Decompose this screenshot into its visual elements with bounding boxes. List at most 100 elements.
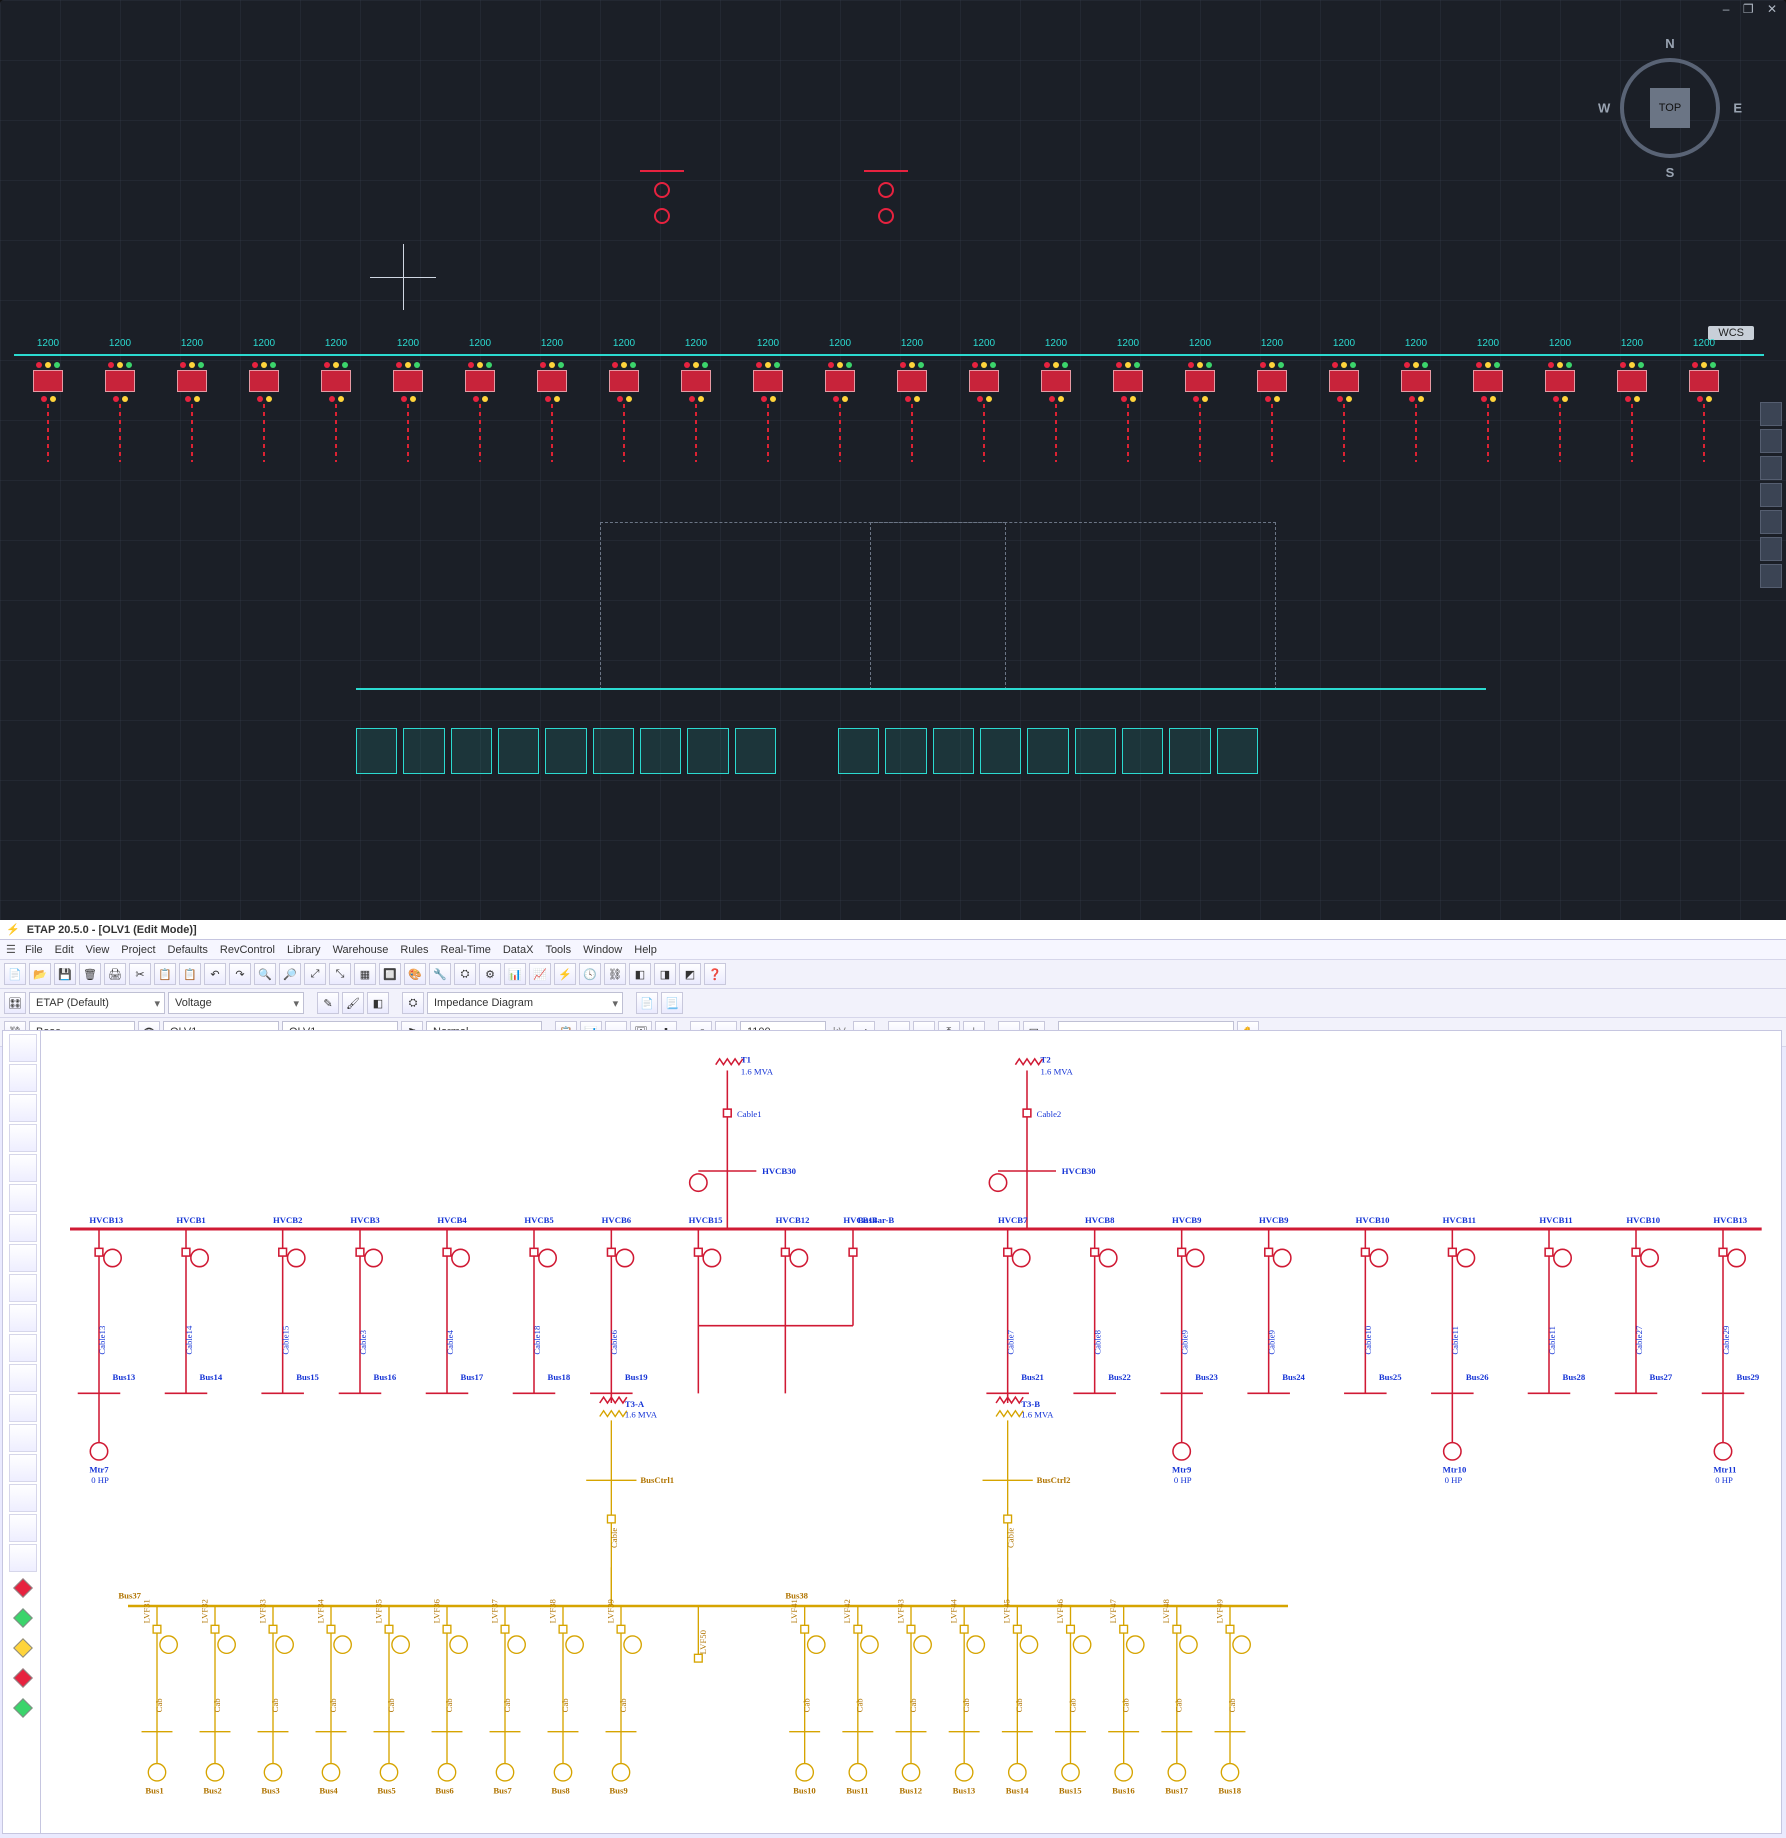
- cad-feeder-block[interactable]: [1310, 356, 1378, 462]
- toolbar-btn-2[interactable]: 💾: [54, 963, 76, 985]
- toolbar-btn-3[interactable]: 🗑: [79, 963, 101, 985]
- cad-feeder-block[interactable]: [518, 356, 586, 462]
- palette-diam-g[interactable]: [13, 1608, 33, 1628]
- cad-lv-card[interactable]: [838, 728, 879, 774]
- cad-canvas[interactable]: – ❐ ✕ TOP N E S W WCS 120012001200120012…: [0, 0, 1786, 920]
- brush-icon[interactable]: 🖌: [342, 992, 364, 1014]
- toolbar-btn-1[interactable]: 📂: [29, 963, 51, 985]
- cad-feeder-block[interactable]: [662, 356, 730, 462]
- cad-lv-card[interactable]: [403, 728, 444, 774]
- palette-db[interactable]: [9, 1424, 37, 1452]
- profile-combo[interactable]: ETAP (Default): [29, 992, 165, 1014]
- menu-window[interactable]: Window: [583, 944, 622, 956]
- cad-feeder-block[interactable]: [230, 356, 298, 462]
- cad-feeder-block[interactable]: [374, 356, 442, 462]
- cad-feeder-block[interactable]: [1526, 356, 1594, 462]
- viewcube[interactable]: TOP N E S W: [1600, 38, 1740, 178]
- menu-edit[interactable]: Edit: [55, 944, 74, 956]
- palette-bus[interactable]: [9, 1094, 37, 1122]
- menu-defaults[interactable]: Defaults: [168, 944, 208, 956]
- palette-arc[interactable]: [9, 1244, 37, 1272]
- palette-dot-r[interactable]: [13, 1668, 33, 1688]
- cad-feeder-block[interactable]: [734, 356, 802, 462]
- viewcube-top[interactable]: TOP: [1650, 88, 1690, 128]
- etap-canvas[interactable]: T11.6 MVACable1HVCB30T21.6 MVACable2HVCB…: [40, 1030, 1782, 1834]
- cad-feeder-block[interactable]: [1454, 356, 1522, 462]
- cad-lv-card[interactable]: [545, 728, 586, 774]
- toolbar-btn-16[interactable]: 🎨: [404, 963, 426, 985]
- palette-diam-r[interactable]: [13, 1578, 33, 1598]
- palette-lf[interactable]: [9, 1214, 37, 1242]
- menu-warehouse[interactable]: Warehouse: [333, 944, 389, 956]
- page2-icon[interactable]: 📃: [661, 992, 683, 1014]
- minimize-button[interactable]: –: [1723, 2, 1733, 16]
- toolbar-btn-15[interactable]: 🔲: [379, 963, 401, 985]
- cad-lv-card[interactable]: [1122, 728, 1163, 774]
- menu-datax[interactable]: DataX: [503, 944, 534, 956]
- cad-feeder-block[interactable]: [1166, 356, 1234, 462]
- maximize-button[interactable]: ❐: [1743, 2, 1757, 16]
- cad-feeder-block[interactable]: [806, 356, 874, 462]
- cad-feeder-block[interactable]: [950, 356, 1018, 462]
- palette-diam-y[interactable]: [13, 1638, 33, 1658]
- nav-tool-icon[interactable]: [1760, 510, 1782, 534]
- palette-sc[interactable]: [9, 1184, 37, 1212]
- cad-feeder-block[interactable]: [1598, 356, 1666, 462]
- cad-lv-card[interactable]: [885, 728, 926, 774]
- menu-view[interactable]: View: [86, 944, 110, 956]
- toolbar-btn-11[interactable]: 🔎: [279, 963, 301, 985]
- cad-lv-card[interactable]: [640, 728, 681, 774]
- palette-batt[interactable]: [9, 1454, 37, 1482]
- menu-file[interactable]: File: [25, 944, 43, 956]
- shapes-icon[interactable]: ◧: [367, 992, 389, 1014]
- cad-feeder-block[interactable]: [158, 356, 226, 462]
- compass-e[interactable]: E: [1733, 101, 1742, 116]
- toolbar-btn-23[interactable]: 🕓: [579, 963, 601, 985]
- compass-w[interactable]: W: [1598, 101, 1610, 116]
- toolbar-btn-12[interactable]: ⤢: [304, 963, 326, 985]
- cad-feeder-block[interactable]: [86, 356, 154, 462]
- palette-relay[interactable]: [9, 1364, 37, 1392]
- pencil-icon[interactable]: ✎: [317, 992, 339, 1014]
- menu-project[interactable]: Project: [121, 944, 155, 956]
- cad-lv-card[interactable]: [1169, 728, 1210, 774]
- palette-pan[interactable]: [9, 1064, 37, 1092]
- cad-lv-card[interactable]: [1027, 728, 1068, 774]
- palette-pv[interactable]: [9, 1484, 37, 1512]
- compass-n[interactable]: N: [1665, 36, 1674, 51]
- nav-tool-icon[interactable]: [1760, 564, 1782, 588]
- palette-cable[interactable]: [9, 1304, 37, 1332]
- cad-lv-card[interactable]: [498, 728, 539, 774]
- cad-lv-card[interactable]: [1075, 728, 1116, 774]
- palette-pointer[interactable]: [9, 1034, 37, 1062]
- cad-feeder-block[interactable]: [446, 356, 514, 462]
- presentation-icon[interactable]: 🎛: [4, 992, 26, 1014]
- compass-s[interactable]: S: [1666, 165, 1675, 180]
- cad-lv-card[interactable]: [687, 728, 728, 774]
- cad-lv-card[interactable]: [356, 728, 397, 774]
- toolbar-btn-26[interactable]: ◨: [654, 963, 676, 985]
- cad-lv-card[interactable]: [735, 728, 776, 774]
- nav-tool-icon[interactable]: [1760, 483, 1782, 507]
- cad-feeder-block[interactable]: [1382, 356, 1450, 462]
- toolbar-btn-7[interactable]: 📋: [179, 963, 201, 985]
- toolbar-btn-10[interactable]: 🔍: [254, 963, 276, 985]
- cad-lv-card[interactable]: [1217, 728, 1258, 774]
- cad-feeder-block[interactable]: [302, 356, 370, 462]
- coloring-combo[interactable]: Voltage: [168, 992, 304, 1014]
- cad-feeder-block[interactable]: [1238, 356, 1306, 462]
- toolbar-btn-8[interactable]: ↶: [204, 963, 226, 985]
- toolbar-btn-5[interactable]: ✂: [129, 963, 151, 985]
- toolbar-btn-18[interactable]: ⛭: [454, 963, 476, 985]
- cad-feeder-block[interactable]: [14, 356, 82, 462]
- close-button[interactable]: ✕: [1767, 2, 1780, 16]
- palette-motor[interactable]: [9, 1274, 37, 1302]
- toolbar-btn-28[interactable]: ❓: [704, 963, 726, 985]
- menu-rules[interactable]: Rules: [400, 944, 428, 956]
- palette-cmp[interactable]: [9, 1544, 37, 1572]
- cad-feeder-block[interactable]: [590, 356, 658, 462]
- toolbar-btn-22[interactable]: ⚡: [554, 963, 576, 985]
- cad-feeder-block[interactable]: [1670, 356, 1738, 462]
- toolbar-btn-17[interactable]: 🔧: [429, 963, 451, 985]
- menu-help[interactable]: Help: [634, 944, 657, 956]
